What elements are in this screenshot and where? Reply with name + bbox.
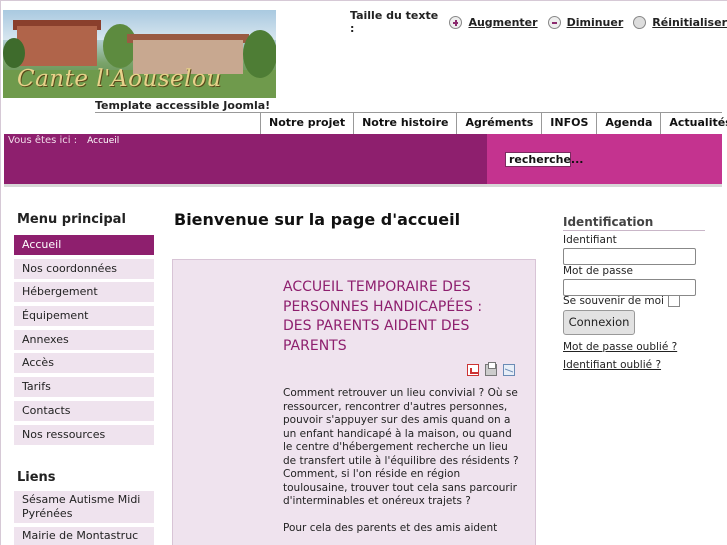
- menu-item-hebergement[interactable]: Hébergement: [14, 282, 154, 303]
- username-input[interactable]: [563, 248, 696, 265]
- decrease-text-button[interactable]: Diminuer: [547, 15, 624, 29]
- plus-icon: [449, 15, 463, 29]
- article-title: ACCUEIL TEMPORAIRE DES PERSONNES HANDICA…: [283, 279, 483, 354]
- remember-checkbox[interactable]: [667, 295, 680, 307]
- login-button[interactable]: Connexion: [563, 310, 635, 335]
- email-icon[interactable]: [503, 364, 515, 376]
- nav-infos[interactable]: INFOS: [541, 113, 596, 134]
- reset-text-button[interactable]: Réinitialiser: [633, 15, 727, 29]
- menu-item-coordonnees[interactable]: Nos coordonnées: [14, 258, 154, 279]
- band-shadow: [4, 184, 722, 187]
- links-title: Liens: [17, 470, 56, 485]
- link-sesame-autisme[interactable]: Sésame Autisme Midi Pyrénées: [14, 491, 154, 523]
- login-title: Identification: [563, 215, 705, 231]
- forgot-username-link[interactable]: Identifiant oublié ?: [563, 359, 661, 371]
- menu-item-contacts[interactable]: Contacts: [14, 400, 154, 421]
- site-tagline: Template accessible Joomla!: [95, 99, 271, 112]
- page-title: Bienvenue sur la page d'accueil: [174, 210, 461, 229]
- article-tools: [467, 362, 515, 376]
- article: ACCUEIL TEMPORAIRE DES PERSONNES HANDICA…: [172, 259, 536, 545]
- nav-notre-histoire[interactable]: Notre histoire: [353, 113, 456, 134]
- links-list: Sésame Autisme Midi Pyrénées Mairie de M…: [14, 491, 154, 545]
- logo-text: Cante l'Aouselou: [17, 66, 222, 92]
- top-navigation: Notre projet Notre histoire Agréments IN…: [260, 113, 727, 134]
- reset-text-label: Réinitialiser: [652, 15, 727, 29]
- increase-text-button[interactable]: Augmenter: [449, 15, 538, 29]
- breadcrumb-current[interactable]: Accueil: [87, 135, 119, 148]
- article-paragraph: Comment retrouver un lieu convivial ? Où…: [283, 387, 519, 507]
- nav-agrements[interactable]: Agréments: [456, 113, 541, 134]
- username-label: Identifiant: [563, 234, 617, 246]
- minus-icon: [547, 15, 561, 29]
- reset-icon: [633, 15, 647, 29]
- password-label: Mot de passe: [563, 265, 633, 277]
- nav-actualites[interactable]: Actualités: [660, 113, 727, 134]
- menu-item-ressources[interactable]: Nos ressources: [14, 424, 154, 445]
- menu-item-accueil[interactable]: Accueil: [14, 235, 154, 255]
- password-input[interactable]: [563, 279, 696, 296]
- article-body: Comment retrouver un lieu convivial ? Où…: [283, 387, 523, 545]
- remember-me: Se souvenir de moi: [563, 295, 680, 307]
- article-paragraph: Pour cela des parents et des amis aident: [283, 522, 498, 534]
- decrease-text-label: Diminuer: [566, 15, 624, 29]
- forgot-password-link[interactable]: Mot de passe oublié ?: [563, 341, 677, 353]
- nav-notre-projet[interactable]: Notre projet: [260, 113, 353, 134]
- menu-item-tarifs[interactable]: Tarifs: [14, 377, 154, 398]
- print-icon[interactable]: [485, 362, 497, 376]
- breadcrumb-label: Vous êtes ici :: [8, 135, 78, 146]
- site-logo[interactable]: Cante l'Aouselou: [3, 10, 276, 98]
- search-input[interactable]: recherche...: [505, 152, 583, 167]
- menu-item-annexes[interactable]: Annexes: [14, 329, 154, 350]
- main-menu-title: Menu principal: [17, 212, 126, 227]
- nav-agenda[interactable]: Agenda: [596, 113, 660, 134]
- increase-text-label: Augmenter: [468, 15, 538, 29]
- remember-label: Se souvenir de moi: [563, 295, 664, 307]
- pdf-icon[interactable]: [467, 364, 479, 376]
- breadcrumb: Vous êtes ici : Accueil: [8, 135, 119, 148]
- text-size-label: Taille du texte :: [350, 9, 439, 35]
- link-mairie-montastruc[interactable]: Mairie de Montastruc: [14, 527, 154, 545]
- main-menu: Accueil Nos coordonnées Hébergement Équi…: [14, 235, 154, 448]
- menu-item-acces[interactable]: Accès: [14, 353, 154, 374]
- menu-item-equipement[interactable]: Équipement: [14, 306, 154, 327]
- text-size-controls: Taille du texte : Augmenter Diminuer Réi…: [350, 9, 727, 35]
